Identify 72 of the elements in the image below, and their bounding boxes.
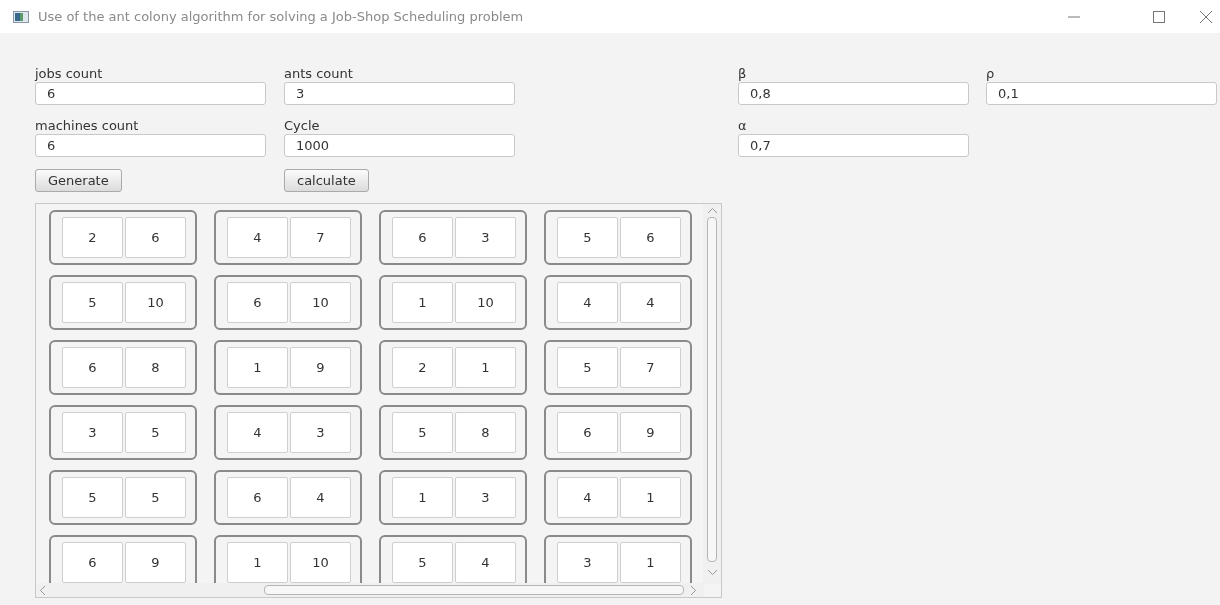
input-field[interactable]: 5	[557, 217, 618, 259]
input-field[interactable]: 5	[62, 477, 123, 519]
input-field[interactable]: 3	[557, 542, 618, 584]
input-field[interactable]: 4	[227, 412, 288, 454]
input-field[interactable]: 1	[392, 282, 453, 324]
input-field[interactable]: 5	[392, 412, 453, 454]
field-label: machines count	[35, 118, 139, 134]
input-field[interactable]: 10	[290, 542, 351, 584]
input-field[interactable]: 4	[557, 477, 618, 519]
field-label: jobs count	[35, 66, 103, 82]
app-icon	[13, 10, 29, 23]
input-field[interactable]: 4	[620, 282, 681, 324]
input-field[interactable]: 1	[455, 347, 516, 389]
vertical-scrollbar[interactable]	[703, 204, 721, 585]
input-field[interactable]: 1	[620, 477, 681, 519]
close-icon[interactable]	[1200, 10, 1212, 23]
input-field[interactable]: 4	[557, 282, 618, 324]
input-field[interactable]: 7	[620, 347, 681, 389]
input-field[interactable]: 6	[125, 217, 186, 259]
input-field[interactable]: 6	[227, 282, 288, 324]
input-field[interactable]: 3	[455, 217, 516, 259]
field-label: β	[738, 66, 747, 82]
input-field[interactable]: 1	[620, 542, 681, 584]
input-field[interactable]: 10	[125, 282, 186, 324]
input-field[interactable]: 5	[392, 542, 453, 584]
input-field[interactable]: 5	[557, 347, 618, 389]
input-field[interactable]: 10	[455, 282, 516, 324]
input-field[interactable]: 3	[284, 82, 515, 105]
action-button[interactable]: Generate	[35, 169, 122, 193]
input-field[interactable]: 3	[290, 412, 351, 454]
input-field[interactable]: 9	[290, 347, 351, 389]
input-field[interactable]: 3	[455, 477, 516, 519]
input-field[interactable]: 4	[290, 477, 351, 519]
input-field[interactable]: 9	[125, 542, 186, 584]
input-field[interactable]: 7	[290, 217, 351, 259]
input-field[interactable]: 1	[227, 542, 288, 584]
input-field[interactable]: 8	[455, 412, 516, 454]
input-field[interactable]: 6	[392, 217, 453, 259]
input-field[interactable]: 6	[227, 477, 288, 519]
input-field[interactable]: 5	[62, 282, 123, 324]
input-field[interactable]: 2	[392, 347, 453, 389]
field-label: Cycle	[284, 118, 320, 134]
maximize-icon[interactable]	[1153, 10, 1165, 23]
scrollbar-thumb[interactable]	[264, 585, 684, 596]
input-field[interactable]: 6	[620, 217, 681, 259]
input-field[interactable]: 6	[62, 347, 123, 389]
input-field[interactable]: 6	[62, 542, 123, 584]
input-field[interactable]: 6	[35, 82, 266, 105]
action-button[interactable]: calculate	[284, 169, 369, 193]
window-title: Use of the ant colony algorithm for solving a Job-Shop Scheduling problem	[38, 7, 524, 26]
input-field[interactable]: 1	[392, 477, 453, 519]
input-field[interactable]: 5	[125, 412, 186, 454]
field-label: ρ	[986, 66, 995, 82]
input-field[interactable]: 8	[125, 347, 186, 389]
input-field[interactable]: 6	[557, 412, 618, 454]
input-field[interactable]: 5	[125, 477, 186, 519]
input-field[interactable]: 6	[35, 134, 266, 157]
input-field[interactable]: 4	[455, 542, 516, 584]
input-field[interactable]: 10	[290, 282, 351, 324]
input-field[interactable]: 0,8	[738, 82, 969, 105]
field-label: α	[738, 118, 747, 134]
input-field[interactable]: 1000	[284, 134, 515, 157]
input-field[interactable]: 9	[620, 412, 681, 454]
field-label: ants count	[284, 66, 353, 82]
input-field[interactable]: 0,1	[986, 82, 1217, 105]
input-field[interactable]: 1	[227, 347, 288, 389]
input-field[interactable]: 3	[62, 412, 123, 454]
scrollbar-thumb[interactable]	[707, 217, 717, 563]
input-field[interactable]: 4	[227, 217, 288, 259]
input-field[interactable]: 0,7	[738, 134, 969, 157]
input-field[interactable]: 2	[62, 217, 123, 259]
horizontal-scrollbar[interactable]	[36, 583, 704, 598]
